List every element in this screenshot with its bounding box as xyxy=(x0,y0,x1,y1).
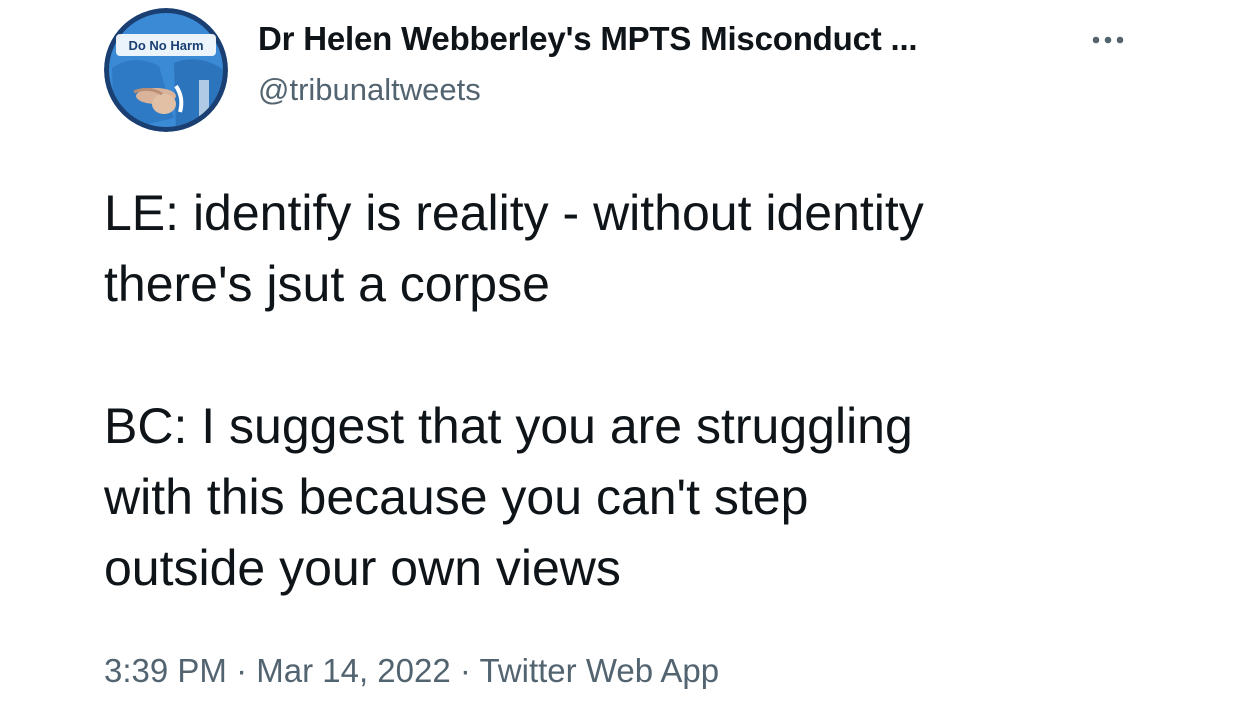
meta-separator: · xyxy=(236,652,248,689)
more-horizontal-icon xyxy=(1092,36,1124,44)
tweet-time-link[interactable]: 3:39 PM xyxy=(104,652,227,689)
meta-separator: · xyxy=(459,652,471,689)
tweet-paragraph: BC: I suggest that you are struggling wi… xyxy=(104,391,1204,604)
author-display-name[interactable]: Dr Helen Webberley's MPTS Misconduct ... xyxy=(258,20,918,58)
tweet-line: BC: I suggest that you are struggling xyxy=(104,398,913,454)
avatar[interactable]: Do No Harm xyxy=(104,8,228,132)
tweet-source-link[interactable]: Twitter Web App xyxy=(479,652,719,689)
more-options-button[interactable] xyxy=(1082,20,1134,60)
tweet-metadata: 3:39 PM · Mar 14, 2022 · Twitter Web App xyxy=(104,652,719,690)
avatar-badge-text: Do No Harm xyxy=(128,38,203,53)
tweet-card: Do No Harm Dr Helen Webberley's MPTS Mis… xyxy=(0,0,1243,724)
tweet-text: LE: identify is reality - without identi… xyxy=(104,178,1204,604)
tweet-date-link[interactable]: Mar 14, 2022 xyxy=(256,652,450,689)
author-handle[interactable]: @tribunaltweets xyxy=(258,72,481,108)
tweet-line: with this because you can't step xyxy=(104,469,809,525)
tweet-paragraph: LE: identify is reality - without identi… xyxy=(104,178,1204,320)
tweet-line: outside your own views xyxy=(104,540,621,596)
tweet-line: LE: identify is reality - without identi… xyxy=(104,185,924,241)
avatar-image: Do No Harm xyxy=(104,8,228,132)
tweet-line: there's jsut a corpse xyxy=(104,256,550,312)
